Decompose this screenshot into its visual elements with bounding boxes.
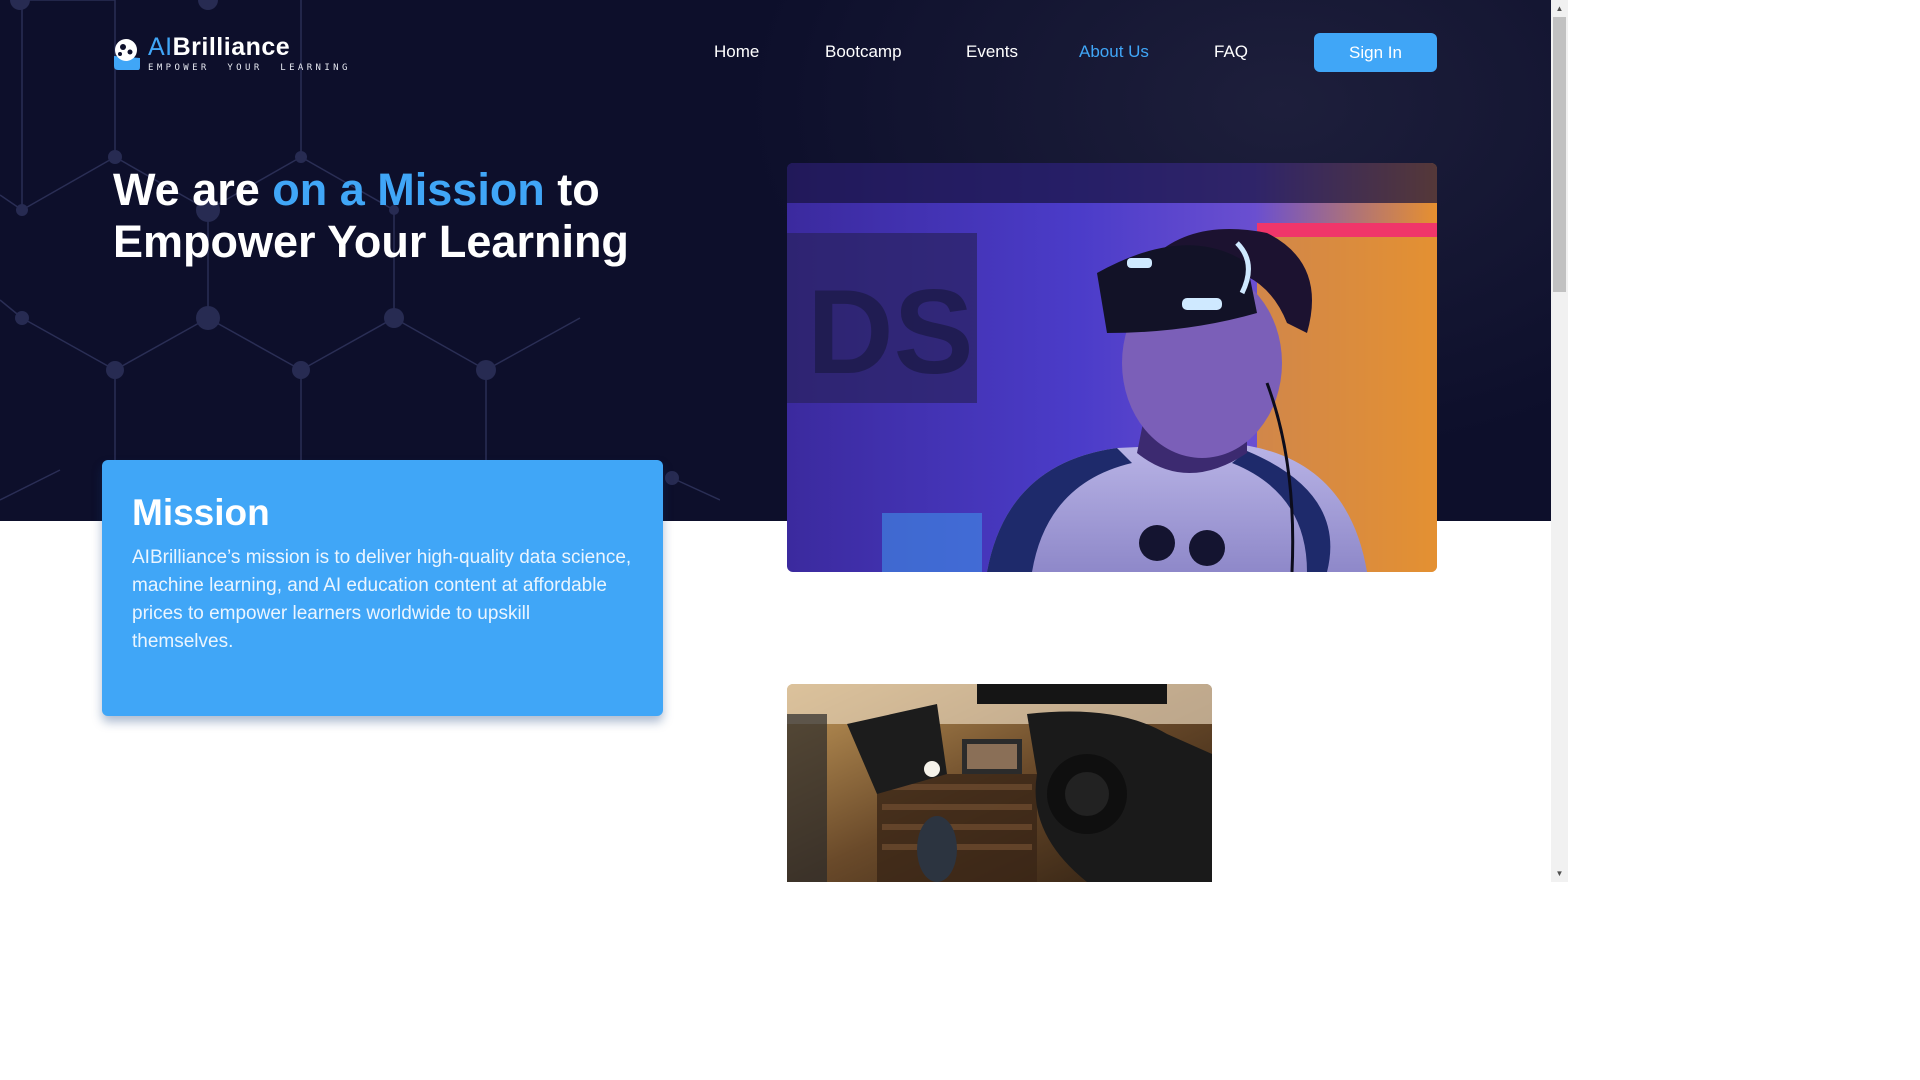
hero-headline: We are on a Mission to Empower Your Learn… bbox=[113, 164, 629, 268]
scroll-down-arrow-icon[interactable]: ▼ bbox=[1551, 865, 1568, 882]
vr-photo-illustration: DS bbox=[787, 163, 1437, 572]
sign-in-button[interactable]: Sign In bbox=[1314, 33, 1437, 72]
nav-bootcamp[interactable]: Bootcamp bbox=[825, 32, 902, 72]
mission-card: Mission AIBrilliance’s mission is to del… bbox=[102, 460, 663, 716]
video-camera-photo bbox=[787, 684, 1212, 882]
mission-body: AIBrilliance’s mission is to deliver hig… bbox=[132, 547, 632, 652]
camera-photo-illustration bbox=[787, 684, 1212, 882]
scrollbar-thumb[interactable] bbox=[1553, 17, 1566, 292]
mission-title: Mission bbox=[132, 492, 270, 533]
nav-events[interactable]: Events bbox=[966, 32, 1018, 72]
headline-accent: on a Mission bbox=[272, 164, 545, 215]
headline-line2: Empower Your Learning bbox=[113, 216, 629, 267]
scroll-up-arrow-icon[interactable]: ▲ bbox=[1551, 0, 1568, 17]
headline-before: We are bbox=[113, 164, 273, 215]
vertical-scrollbar[interactable]: ▲ ▼ bbox=[1551, 0, 1568, 882]
nav-faq[interactable]: FAQ bbox=[1214, 32, 1248, 72]
nav-about-us[interactable]: About Us bbox=[1079, 32, 1149, 72]
headline-after: to bbox=[544, 164, 600, 215]
svg-text:DS: DS bbox=[807, 265, 974, 399]
vr-headset-photo: DS bbox=[787, 163, 1437, 572]
nav-home[interactable]: Home bbox=[714, 32, 759, 72]
